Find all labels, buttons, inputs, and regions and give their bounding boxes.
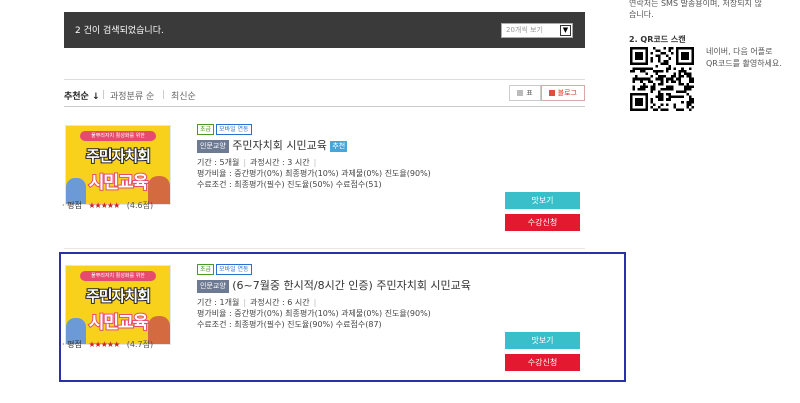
course-badges: 초급 모바일 연동	[197, 124, 254, 135]
selection-highlight	[59, 252, 626, 382]
course-thumbnail[interactable]: 풀뿌리자치 활성화를 위한 주민자치회 시민교육	[65, 125, 171, 205]
sort-recommend[interactable]: 추천순 ↓	[64, 89, 100, 102]
rating-label: 평점	[67, 201, 82, 210]
rating-value: (4.6점)	[126, 201, 154, 210]
qr-description: 네이버, 다음 어플로 QR코드를 촬영하세요.	[706, 47, 782, 68]
mobile-badge: 모바일 연동	[216, 124, 252, 135]
result-count-text: 2 건이 검색되었습니다.	[75, 26, 164, 36]
view-blog-label: 블로그	[557, 89, 577, 97]
qr-code-icon	[630, 47, 694, 111]
sort-category[interactable]: 과정분류 순	[110, 89, 154, 102]
row-divider	[64, 248, 585, 249]
view-toggle: 표 블로그	[509, 85, 585, 101]
thumb-title-line2: 시민교육	[88, 172, 150, 194]
sort-latest[interactable]: 최신순	[171, 89, 196, 102]
course-complete: 수료조건 : 최종평가(필수) 진도율(50%) 수료점수(51)	[197, 180, 382, 189]
per-page-select[interactable]: 20개씩 보기 ▼	[501, 23, 573, 38]
thumb-title-line1: 주민자치회	[85, 146, 152, 166]
blog-icon	[548, 90, 555, 96]
thumb-ribbon: 풀뿌리자치 활성화를 위한	[80, 131, 156, 141]
course-period: 기간 : 5개월	[197, 158, 240, 167]
sort-divider	[103, 90, 104, 99]
chevron-down-icon[interactable]: ▼	[560, 25, 571, 36]
qr-heading: 2. QR코드 스캔	[629, 35, 686, 44]
table-icon	[517, 90, 524, 96]
category-badge: 인문교양	[197, 140, 229, 153]
preview-button[interactable]: 맛보기	[505, 192, 580, 209]
recommend-badge: 추천	[330, 141, 348, 152]
course-meta: 기간 : 5개월 | 과정시간 : 3 시간 | 평가비율 : 중간평가(0%) 최종…	[197, 158, 431, 189]
star-rating-icon: ★★★★★	[88, 201, 120, 210]
course-title[interactable]: 주민자치회 시민교육	[232, 139, 327, 152]
course-title-row: 인문교양 주민자치회 시민교육 추천	[197, 137, 348, 153]
enroll-button[interactable]: 수강신청	[505, 214, 580, 231]
course-rating: · 평점 ★★★★★ (4.6점)	[62, 201, 154, 210]
per-page-value: 20개씩 보기	[506, 26, 543, 34]
view-table-button[interactable]: 표	[509, 85, 541, 101]
level-badge: 초급	[197, 124, 215, 135]
sidebar-notice: 연락처는 SMS 발송용이며, 저장되지 않습니다.	[629, 0, 762, 19]
course-eval: 평가비율 : 중간평가(0%) 최종평가(10%) 과제물(0%) 진도율(90…	[197, 169, 431, 178]
view-table-label: 표	[526, 89, 533, 97]
course-hours: 과정시간 : 3 시간	[250, 158, 310, 167]
search-result-bar: 2 건이 검색되었습니다. 20개씩 보기 ▼	[64, 12, 585, 48]
view-blog-button[interactable]: 블로그	[540, 85, 585, 101]
sort-divider	[163, 90, 164, 99]
sort-bar: 추천순 ↓ 과정분류 순 최신순 표 블로그	[64, 79, 585, 107]
